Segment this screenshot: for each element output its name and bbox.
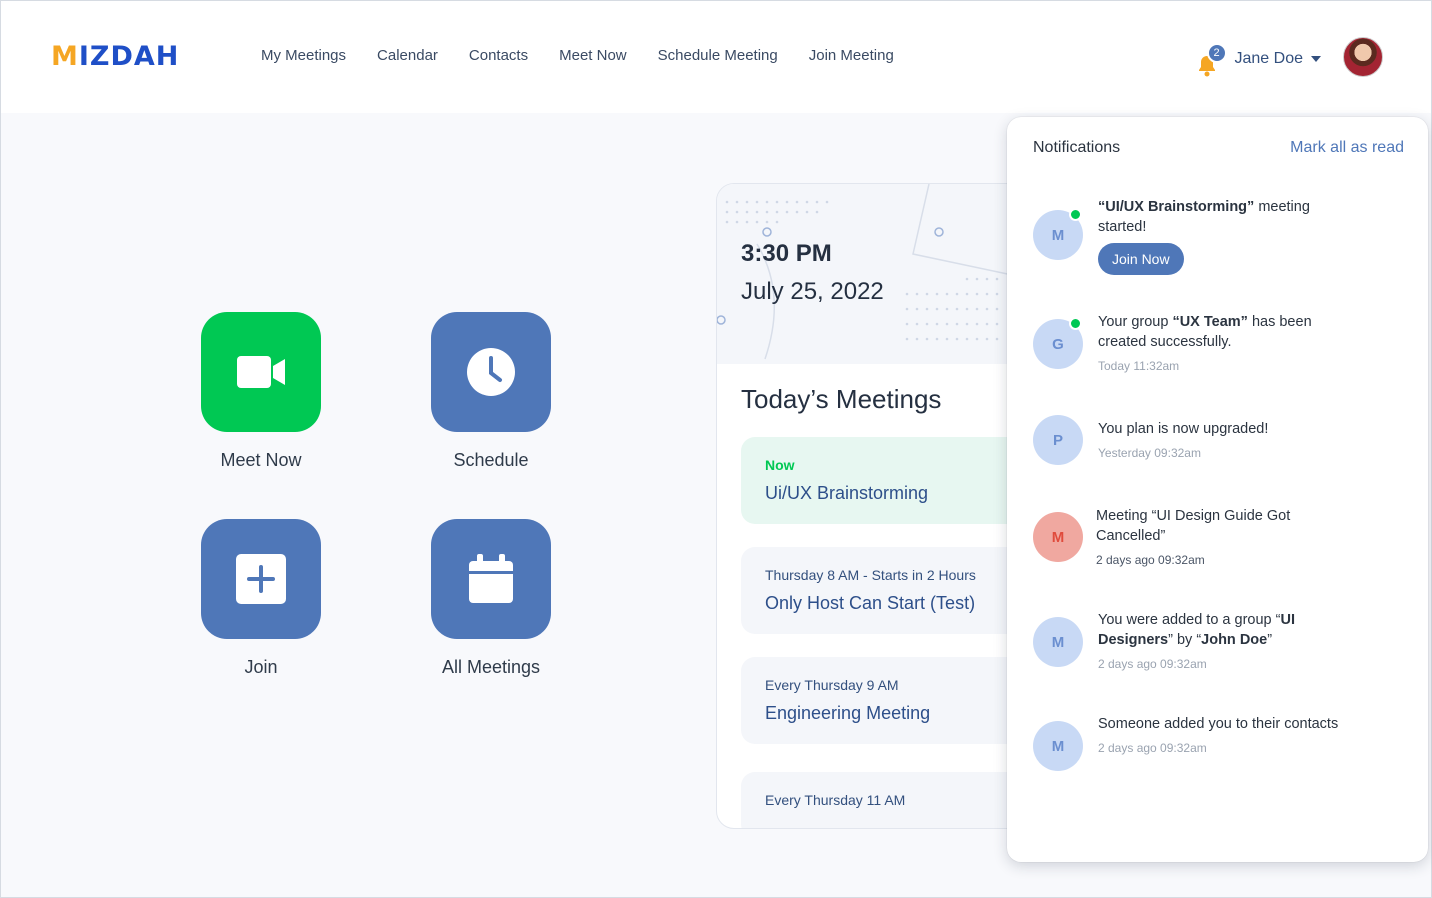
notification-message: You were added to a group “ <box>1098 612 1281 628</box>
join-tile[interactable]: Join <box>201 519 321 678</box>
notification-text: Your group “UX Team” has been created su… <box>1098 312 1348 376</box>
meeting-item[interactable]: Every Thursday 11 AM <box>741 772 1035 828</box>
notification-time: 2 days ago 09:32am <box>1096 553 1205 567</box>
mizdah-logo[interactable]: M IZDAH <box>51 41 179 72</box>
notification-text: “UI/UX Brainstorming” meeting started! J… <box>1098 197 1348 275</box>
mark-all-read-link[interactable]: Mark all as read <box>1290 139 1404 157</box>
notification-avatar: M <box>1033 721 1083 771</box>
todays-meetings-card: 3:30 PM July 25, 2022 Today’s Meetings N… <box>716 183 1036 829</box>
notification-message: You plan is now upgraded! <box>1098 421 1269 437</box>
notification-count-badge: 2 <box>1206 43 1227 63</box>
plus-square-icon <box>236 554 286 604</box>
todays-meetings-title: Today’s Meetings <box>741 384 942 414</box>
notification-avatar: M <box>1033 617 1083 667</box>
notification-text: Someone added you to their contacts 2 da… <box>1098 714 1348 758</box>
nav-join-meeting[interactable]: Join Meeting <box>809 47 894 64</box>
notification-bold: “UI/UX Brainstorming” <box>1098 199 1255 215</box>
meeting-item[interactable]: Now Ui/UX Brainstorming <box>741 437 1035 524</box>
notifications-title: Notifications <box>1033 139 1121 156</box>
main-nav: My Meetings Calendar Contacts Meet Now S… <box>261 47 894 64</box>
schedule-tile[interactable]: Schedule <box>431 312 551 471</box>
nav-meet-now[interactable]: Meet Now <box>559 47 627 64</box>
logo-mark: M <box>51 41 79 72</box>
meet-now-button[interactable] <box>201 312 321 432</box>
join-label: Join <box>244 657 278 677</box>
notification-bell[interactable]: 2 <box>1197 43 1227 77</box>
decorative-pattern <box>717 184 1018 360</box>
user-name[interactable]: Jane Doe <box>1235 50 1304 68</box>
notification-text: You were added to a group “UI Designers”… <box>1098 610 1348 674</box>
all-meetings-button[interactable] <box>431 519 551 639</box>
notification-message: Your group <box>1098 314 1173 330</box>
notifications-panel: Notifications Mark all as read M “UI/UX … <box>1007 117 1428 862</box>
notification-text: Meeting “UI Design Guide Got Cancelled” … <box>1096 506 1336 570</box>
schedule-label: Schedule <box>453 450 529 470</box>
meet-now-label: Meet Now <box>220 450 302 470</box>
nav-contacts[interactable]: Contacts <box>469 47 528 64</box>
notification-time: 2 days ago 09:32am <box>1098 741 1207 755</box>
nav-schedule-meeting[interactable]: Schedule Meeting <box>658 47 778 64</box>
notification-avatar: M <box>1033 512 1083 562</box>
user-area: 2 Jane Doe <box>1197 37 1383 77</box>
meeting-item[interactable]: Every Thursday 9 AM Engineering Meeting <box>741 657 1035 744</box>
notification-time: Today 11:32am <box>1098 359 1180 373</box>
notification-text: You plan is now upgraded! Yesterday 09:3… <box>1098 419 1348 463</box>
notification-message: ” by “ <box>1168 632 1202 648</box>
meeting-time: Every Thursday 9 AM <box>765 677 899 693</box>
meeting-title: Only Host Can Start (Test) <box>765 593 976 613</box>
notification-time: 2 days ago 09:32am <box>1098 657 1207 671</box>
nav-calendar[interactable]: Calendar <box>377 47 438 64</box>
nav-my-meetings[interactable]: My Meetings <box>261 47 346 64</box>
online-indicator <box>1069 208 1082 221</box>
notification-bold: John Doe <box>1201 632 1268 648</box>
meeting-item[interactable]: Thursday 8 AM - Starts in 2 Hours Only H… <box>741 547 1035 634</box>
current-date: July 25, 2022 <box>741 278 884 305</box>
meeting-time: Thursday 8 AM - Starts in 2 Hours <box>765 567 976 583</box>
notification-message: ” <box>1267 632 1273 648</box>
notification-message: Someone added you to their contacts <box>1098 716 1339 732</box>
chevron-down-icon[interactable] <box>1311 56 1321 62</box>
notification-time: Yesterday 09:32am <box>1098 446 1201 460</box>
video-camera-icon <box>237 356 285 388</box>
join-button[interactable] <box>201 519 321 639</box>
meeting-time: Every Thursday 11 AM <box>765 792 906 808</box>
top-header: M IZDAH My Meetings Calendar Contacts Mee… <box>1 1 1431 113</box>
meeting-time: Now <box>765 457 795 473</box>
meet-now-tile[interactable]: Meet Now <box>201 312 321 471</box>
all-meetings-tile[interactable]: All Meetings <box>431 519 551 678</box>
logo-text: IZDAH <box>78 41 180 72</box>
calendar-icon <box>469 554 513 603</box>
meeting-title: Engineering Meeting <box>765 703 931 723</box>
all-meetings-label: All Meetings <box>441 657 541 677</box>
user-avatar[interactable] <box>1343 37 1383 77</box>
current-time: 3:30 PM <box>741 240 832 267</box>
schedule-button[interactable] <box>431 312 551 432</box>
date-hero: 3:30 PM July 25, 2022 <box>717 184 1035 364</box>
join-now-button[interactable]: Join Now <box>1098 243 1184 275</box>
notification-message: Meeting “UI Design Guide Got Cancelled” <box>1096 508 1291 544</box>
online-indicator <box>1069 317 1082 330</box>
notification-avatar: P <box>1033 415 1083 465</box>
meeting-title: Ui/UX Brainstorming <box>765 483 929 503</box>
clock-icon <box>467 348 515 396</box>
notification-bold: “UX Team” <box>1172 314 1248 330</box>
